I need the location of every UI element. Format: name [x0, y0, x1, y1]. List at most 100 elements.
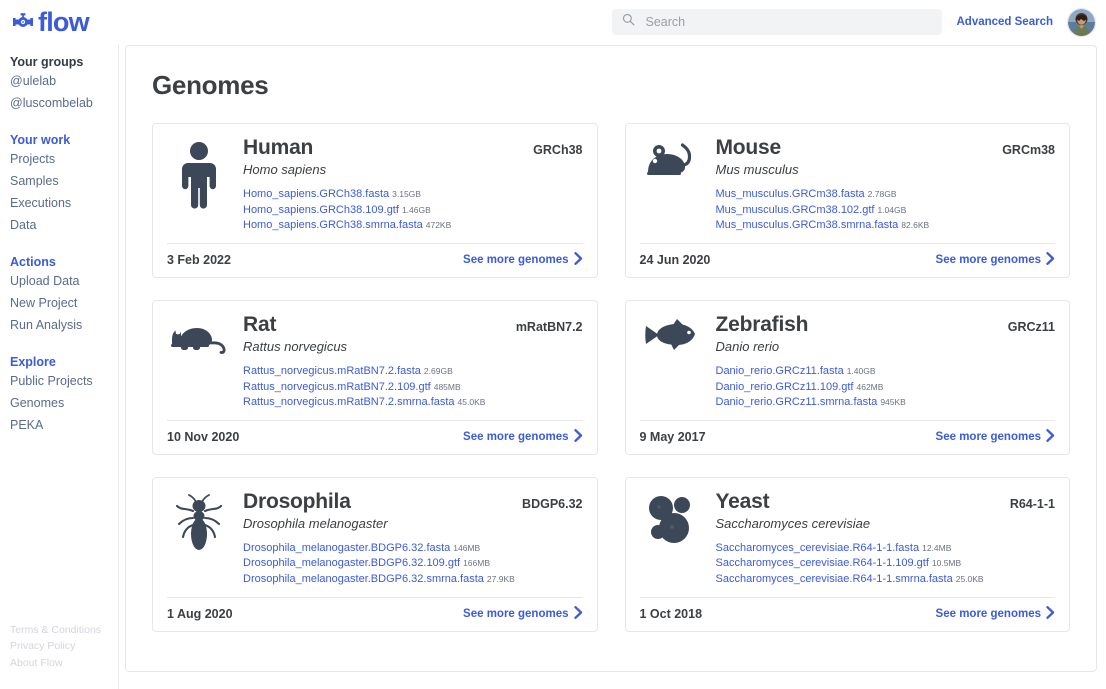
sidebar-item-ulelab[interactable]: @ulelab: [10, 72, 119, 91]
sidebar-item-public-projects[interactable]: Public Projects: [10, 372, 119, 391]
genome-file-link[interactable]: Danio_rerio.GRCz11.smrna.fasta: [716, 396, 878, 408]
sidebar-heading-actions: Actions: [10, 255, 56, 269]
genome-file-item: Saccharomyces_cerevisiae.R64-1-1.smrna.f…: [716, 571, 1056, 587]
genome-file-link[interactable]: Rattus_norvegicus.mRatBN7.2.109.gtf: [243, 381, 431, 393]
chevron-right-icon: [573, 251, 583, 268]
footer-link-terms[interactable]: Terms & Conditions: [10, 622, 101, 639]
sidebar-group-your-groups: Your groups @ulelab @luscombelab: [8, 55, 119, 113]
sidebar-nav: Your groups @ulelab @luscombelab Your wo…: [8, 55, 119, 435]
sidebar-item-upload-data[interactable]: Upload Data: [10, 272, 119, 291]
genome-assembly: GRCz11: [1007, 319, 1055, 334]
genome-assembly: mRatBN7.2: [515, 319, 583, 334]
genome-file-size: 2.69GB: [423, 365, 453, 376]
sidebar-item-samples[interactable]: Samples: [10, 172, 119, 191]
genome-name: Yeast: [715, 489, 770, 513]
genome-file-link[interactable]: Saccharomyces_cerevisiae.R64-1-1.fasta: [716, 542, 920, 554]
sidebar-item-new-project[interactable]: New Project: [10, 294, 119, 313]
genome-card-body: Zebrafish GRCz11 Danio rerio Danio_rerio…: [716, 313, 1056, 420]
sidebar-item-run-analysis[interactable]: Run Analysis: [10, 316, 119, 335]
sidebar-footer-links: Terms & Conditions Privacy Policy About …: [10, 622, 101, 672]
genome-card-mouse[interactable]: Mouse GRCm38 Mus musculus Mus_musculus.G…: [624, 123, 1070, 278]
genome-card-zebrafish[interactable]: Zebrafish GRCz11 Danio rerio Danio_rerio…: [624, 299, 1070, 455]
see-more-genomes-link[interactable]: See more genomes: [935, 428, 1055, 445]
genome-card-top: Zebrafish GRCz11 Danio rerio Danio_rerio…: [640, 313, 1056, 420]
genome-file-link[interactable]: Rattus_norvegicus.mRatBN7.2.fasta: [243, 365, 421, 377]
genome-card-body: Yeast R64-1-1 Saccharomyces cerevisiae S…: [716, 490, 1056, 597]
genome-file-size: 1.40GB: [846, 365, 876, 376]
genome-species: Rattus norvegicus: [243, 338, 348, 354]
brand-logo[interactable]: flow: [8, 0, 119, 44]
sidebar: flow Your groups @ulelab @luscombelab Yo…: [0, 0, 119, 689]
genome-assembly: GRCh38: [533, 143, 583, 157]
search-box[interactable]: [612, 9, 943, 35]
genome-file-list: Saccharomyces_cerevisiae.R64-1-1.fasta 12…: [716, 540, 1056, 587]
search-input[interactable]: [643, 14, 933, 30]
see-more-genomes-link[interactable]: See more genomes: [463, 428, 582, 445]
genome-file-link[interactable]: Homo_sapiens.GRCh38.109.gtf: [243, 204, 399, 216]
genome-date: 3 Feb 2022: [167, 252, 231, 267]
see-more-label: See more genomes: [463, 607, 569, 620]
genome-assembly: BDGP6.32: [522, 496, 583, 511]
see-more-genomes-link[interactable]: See more genomes: [463, 251, 583, 268]
genome-file-link[interactable]: Danio_rerio.GRCz11.fasta: [716, 365, 844, 377]
genome-file-item: Drosophila_melanogaster.BDGP6.32.smrna.f…: [243, 571, 583, 587]
see-more-genomes-link[interactable]: See more genomes: [936, 251, 1055, 268]
genome-file-link[interactable]: Rattus_norvegicus.mRatBN7.2.smrna.fasta: [243, 396, 455, 408]
genome-file-size: 12.4MB: [922, 542, 952, 553]
sidebar-item-luscombelab[interactable]: @luscombelab: [10, 94, 119, 113]
genome-file-item: Homo_sapiens.GRCh38.109.gtf 1.46GB: [243, 202, 583, 218]
genome-file-size: 10.5MB: [931, 558, 962, 569]
sidebar-item-genomes[interactable]: Genomes: [10, 394, 119, 413]
footer-link-about[interactable]: About Flow: [10, 655, 101, 672]
sidebar-item-data[interactable]: Data: [10, 216, 119, 235]
genome-file-link[interactable]: Drosophila_melanogaster.BDGP6.32.109.gtf: [243, 557, 460, 569]
genome-species: Danio rerio: [715, 338, 780, 354]
see-more-genomes-link[interactable]: See more genomes: [463, 605, 583, 622]
genome-file-link[interactable]: Mus_musculus.GRCm38.102.gtf: [716, 204, 875, 216]
genome-card-top: Drosophila BDGP6.32 Drosophila melanogas…: [167, 490, 583, 597]
content-panel: Genomes Human GRCh38 Homo sapiens Homo_s…: [125, 45, 1097, 672]
genome-card-header: Zebrafish GRCz11: [716, 313, 1056, 336]
see-more-label: See more genomes: [935, 430, 1041, 443]
genome-file-link[interactable]: Drosophila_melanogaster.BDGP6.32.fasta: [243, 542, 450, 554]
genome-card-human[interactable]: Human GRCh38 Homo sapiens Homo_sapiens.G…: [152, 123, 598, 278]
sidebar-item-projects[interactable]: Projects: [10, 150, 119, 169]
genome-file-link[interactable]: Saccharomyces_cerevisiae.R64-1-1.109.gtf: [716, 557, 929, 569]
page-title: Genomes: [152, 70, 269, 100]
genome-species: Mus musculus: [715, 162, 799, 178]
advanced-search-link[interactable]: Advanced Search: [956, 16, 1053, 28]
genome-file-link[interactable]: Saccharomyces_cerevisiae.R64-1-1.smrna.f…: [716, 573, 953, 585]
genome-file-list: Homo_sapiens.GRCh38.fasta 3.15GB Homo_sap…: [243, 186, 583, 233]
genome-card-header: Yeast R64-1-1: [716, 490, 1056, 513]
genome-card-top: Mouse GRCm38 Mus musculus Mus_musculus.G…: [640, 136, 1055, 243]
rat-icon: [167, 313, 231, 420]
genome-date: 1 Aug 2020: [167, 606, 233, 621]
genome-file-item: Drosophila_melanogaster.BDGP6.32.fasta 14…: [243, 540, 583, 556]
genome-card-top: Yeast R64-1-1 Saccharomyces cerevisiae S…: [640, 490, 1056, 597]
genome-card-rat[interactable]: Rat mRatBN7.2 Rattus norvegicus Rattus_n…: [152, 299, 598, 455]
genome-card-body: Rat mRatBN7.2 Rattus norvegicus Rattus_n…: [243, 313, 583, 420]
see-more-genomes-link[interactable]: See more genomes: [936, 605, 1055, 622]
genome-card-drosophila[interactable]: Drosophila BDGP6.32 Drosophila melanogas…: [152, 476, 598, 632]
sidebar-item-peka[interactable]: PEKA: [10, 416, 119, 435]
genome-file-size: 146MB: [453, 542, 481, 553]
genome-date: 24 Jun 2020: [639, 252, 711, 267]
genome-date: 10 Nov 2020: [167, 429, 240, 444]
avatar[interactable]: [1067, 7, 1096, 37]
genome-date: 1 Oct 2018: [639, 606, 703, 621]
genome-file-link[interactable]: Mus_musculus.GRCm38.smrna.fasta: [716, 219, 899, 231]
genome-file-link[interactable]: Homo_sapiens.GRCh38.smrna.fasta: [243, 219, 423, 231]
genome-file-link[interactable]: Mus_musculus.GRCm38.fasta: [716, 188, 865, 200]
genome-date: 9 May 2017: [639, 429, 706, 444]
genome-species: Saccharomyces cerevisiae: [715, 515, 871, 531]
genome-file-link[interactable]: Homo_sapiens.GRCh38.fasta: [243, 188, 389, 200]
genome-file-link[interactable]: Drosophila_melanogaster.BDGP6.32.smrna.f…: [243, 573, 484, 585]
chevron-right-icon: [573, 605, 583, 622]
genome-card-yeast[interactable]: Yeast R64-1-1 Saccharomyces cerevisiae S…: [624, 476, 1070, 632]
footer-link-privacy[interactable]: Privacy Policy: [10, 638, 101, 655]
genome-file-size: 2.78GB: [867, 189, 897, 200]
sidebar-item-executions[interactable]: Executions: [10, 194, 119, 213]
fish-icon: [640, 313, 704, 420]
genome-file-link[interactable]: Danio_rerio.GRCz11.109.gtf: [716, 381, 854, 393]
genome-file-size: 485MB: [433, 381, 461, 392]
